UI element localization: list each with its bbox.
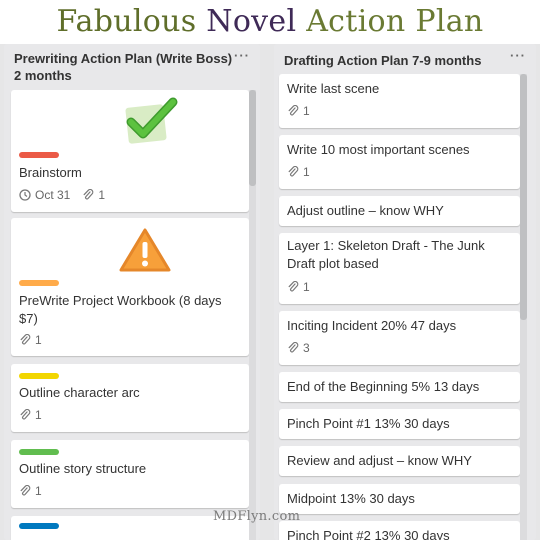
attachment-badge: 1: [287, 280, 310, 294]
attachment-count: 1: [98, 188, 106, 202]
scrollbar-thumb-prewriting[interactable]: [249, 90, 256, 186]
attachment-badge: 1: [19, 408, 42, 422]
orange-warning-icon: [119, 228, 171, 272]
card-title: End of the Beginning 5% 13 days: [287, 379, 480, 394]
card-write-last-scene[interactable]: Write last scene 1: [279, 74, 520, 128]
card-title: Review and adjust – know WHY: [287, 453, 472, 468]
card-badges: Oct 31 1: [19, 188, 117, 202]
card-badges: 1: [287, 280, 322, 294]
watermark: MDFlyn.com: [213, 509, 301, 524]
card-title: Midpoint 13% 30 days: [287, 491, 415, 506]
attachment-count: 3: [303, 341, 310, 355]
list-menu-button[interactable]: ···: [234, 48, 250, 63]
card-brainstorm[interactable]: Brainstorm Oct 31 1: [11, 90, 249, 212]
clock-icon: [19, 189, 31, 201]
card-inciting-incident[interactable]: Inciting Incident 20% 47 days 3: [279, 311, 520, 365]
attachment-badge: 1: [19, 484, 42, 498]
attachment-count: 1: [35, 408, 42, 422]
card-label-blue: [19, 523, 59, 529]
card-label-orange: [19, 280, 59, 286]
board: Prewriting Action Plan (Write Boss) 2 mo…: [0, 44, 540, 540]
list-title-prewriting[interactable]: Prewriting Action Plan (Write Boss) 2 mo…: [14, 50, 234, 84]
list-drafting: Drafting Action Plan 7-9 months ··· Writ…: [274, 44, 536, 540]
card-title: Brainstorm: [19, 165, 82, 180]
card-title: Write 10 most important scenes: [287, 142, 470, 157]
card-title: Outline character arc: [19, 385, 140, 400]
card-pinch-point-2[interactable]: Pinch Point #2 13% 30 days: [279, 521, 520, 540]
card-badges: 1: [19, 333, 54, 347]
attachment-badge: 1: [82, 188, 105, 202]
attachment-count: 1: [35, 333, 42, 347]
card-adjust-outline[interactable]: Adjust outline – know WHY: [279, 196, 520, 226]
paperclip-icon: [288, 105, 299, 116]
attachment-badge: 3: [287, 341, 310, 355]
board-header: Fabulous Novel Action Plan: [0, 0, 540, 44]
card-outline-character-arc[interactable]: Outline character arc 1: [11, 364, 249, 432]
list-prewriting: Prewriting Action Plan (Write Boss) 2 mo…: [4, 44, 260, 540]
attachment-count: 1: [303, 165, 310, 179]
paperclip-icon: [83, 189, 94, 200]
attachment-badge: 1: [287, 104, 310, 118]
card-layer-1-skeleton[interactable]: Layer 1: Skeleton Draft - The Junk Draft…: [279, 233, 520, 304]
list-title-drafting[interactable]: Drafting Action Plan 7-9 months: [284, 52, 504, 69]
card-label-green: [19, 449, 59, 455]
due-date-text: Oct 31: [35, 188, 71, 202]
card-title: Inciting Incident 20% 47 days: [287, 318, 457, 333]
paperclip-icon: [20, 409, 31, 420]
paperclip-icon: [288, 281, 299, 292]
card-midpoint[interactable]: Midpoint 13% 30 days: [279, 484, 520, 514]
card-prewrite-workbook[interactable]: PreWrite Project Workbook (8 days $7) 1: [11, 218, 249, 356]
paperclip-icon: [20, 485, 31, 496]
card-badges: 1: [19, 484, 54, 498]
card-label-yellow: [19, 373, 59, 379]
card-badges: 1: [287, 165, 322, 179]
attachment-badge: 1: [287, 165, 310, 179]
card-badges: 1: [19, 408, 54, 422]
card-title: Write last scene: [287, 81, 380, 96]
card-title: Pinch Point #2 13% 30 days: [287, 528, 450, 540]
attachment-count: 1: [35, 484, 42, 498]
board-title-word-3: Action Plan: [306, 4, 484, 39]
list-menu-button[interactable]: ···: [510, 48, 526, 63]
card-outline-story-structure[interactable]: Outline story structure 1: [11, 440, 249, 508]
card-title: Pinch Point #1 13% 30 days: [287, 416, 450, 431]
card-review-adjust[interactable]: Review and adjust – know WHY: [279, 446, 520, 476]
card-badges: 1: [287, 104, 322, 118]
card-write-10-scenes[interactable]: Write 10 most important scenes 1: [279, 135, 520, 189]
card-title: Layer 1: Skeleton Draft - The Junk Draft…: [287, 238, 485, 271]
green-checkmark-icon: [125, 97, 178, 144]
scrollbar-thumb-drafting[interactable]: [520, 74, 527, 320]
attachment-count: 1: [303, 104, 310, 118]
board-title: Fabulous Novel Action Plan: [0, 0, 540, 44]
paperclip-icon: [20, 334, 31, 345]
card-end-of-beginning[interactable]: End of the Beginning 5% 13 days: [279, 372, 520, 402]
attachment-count: 1: [303, 280, 310, 294]
paperclip-icon: [288, 166, 299, 177]
due-date-badge: Oct 31: [19, 188, 70, 202]
card-label-red: [19, 152, 59, 158]
card-title: Outline story structure: [19, 461, 147, 476]
card-badges: 3: [287, 341, 322, 355]
card-title: Adjust outline – know WHY: [287, 203, 444, 218]
board-title-word-2: Novel: [206, 4, 297, 39]
card-title: PreWrite Project Workbook (8 days $7): [19, 293, 222, 326]
attachment-badge: 1: [19, 333, 42, 347]
paperclip-icon: [288, 342, 299, 353]
board-title-word-1: Fabulous: [56, 4, 197, 39]
card-pinch-point-1[interactable]: Pinch Point #1 13% 30 days: [279, 409, 520, 439]
